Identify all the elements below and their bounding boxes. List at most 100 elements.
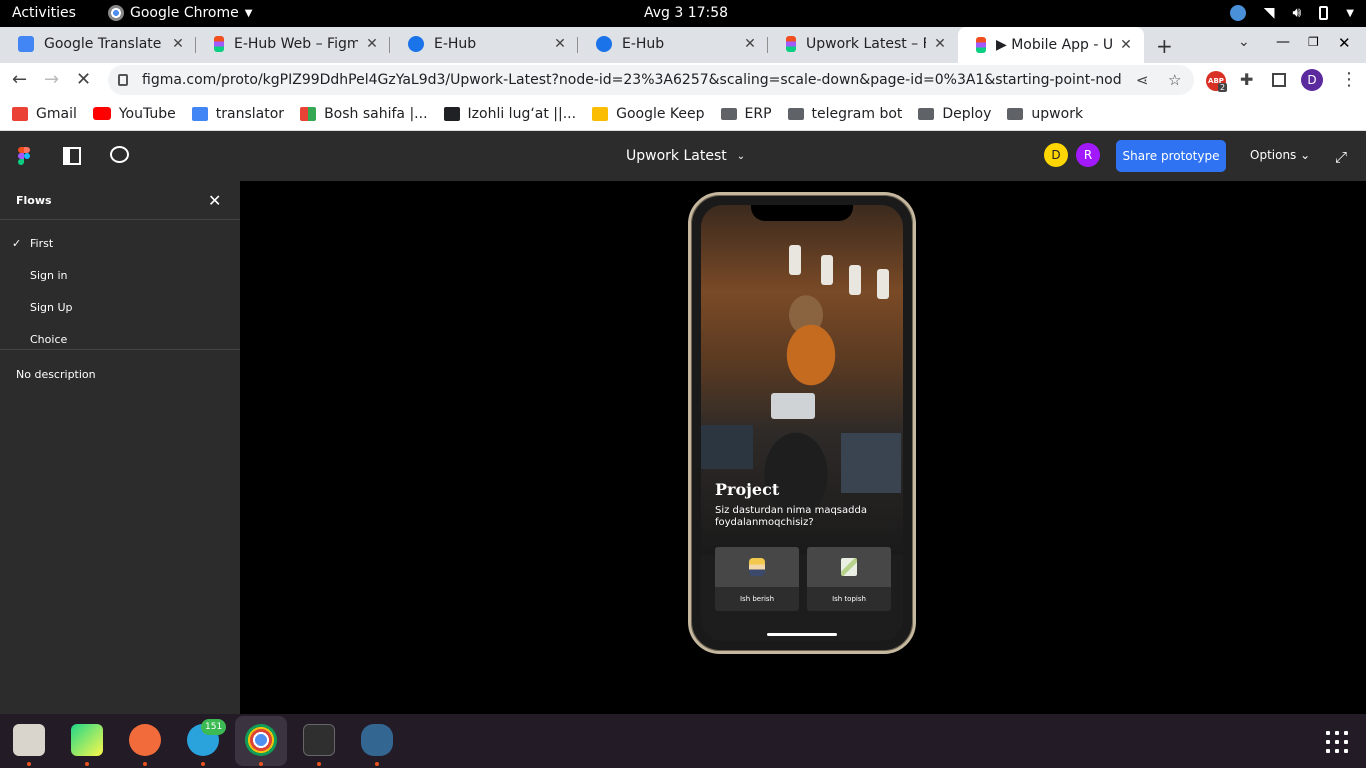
flows-header: Flows ✕ <box>0 181 240 220</box>
home-indicator <box>767 633 837 636</box>
share-prototype-button[interactable]: Share prototype <box>1116 140 1226 172</box>
bookmark-label: Izohli lug‘at ||... <box>467 105 577 122</box>
chrome-menu-kebab-icon[interactable]: ⋮ <box>1340 69 1358 90</box>
bookmark-google-keep[interactable]: Google Keep <box>592 106 705 122</box>
bookmark-label: translator <box>215 105 285 122</box>
flow-label: First <box>30 237 54 250</box>
side-panel-icon[interactable] <box>1272 73 1286 87</box>
bookmark-youtube[interactable]: YouTube <box>92 105 176 122</box>
bookmark-translator[interactable]: translator <box>191 105 285 122</box>
stop-loading-icon[interactable]: ✕ <box>76 69 91 90</box>
close-icon[interactable]: ✕ <box>208 191 221 210</box>
laptop-decor <box>701 425 753 469</box>
url-text[interactable]: figma.com/proto/kgPIZ99DdhPel4GzYaL9d3/U… <box>142 72 1122 88</box>
new-tab-icon[interactable]: + <box>1156 34 1173 58</box>
flow-item-sign-up[interactable]: Sign Up <box>0 292 240 324</box>
postman-app-icon[interactable] <box>129 724 161 756</box>
volume-icon: 🔊︎ <box>1292 5 1302 21</box>
tab-search-chevron-icon[interactable]: ⌄ <box>1238 34 1250 50</box>
minimize-icon[interactable]: — <box>1276 34 1290 50</box>
file-title: Upwork Latest <box>626 148 727 164</box>
bookmark-label: YouTube <box>118 105 176 122</box>
screen-title: Project <box>715 480 780 499</box>
tab-mobile-app-upwork[interactable]: ▶ Mobile App - Upwork ✕ <box>958 27 1144 63</box>
youtube-icon <box>92 107 111 120</box>
avatar[interactable]: R <box>1076 143 1100 167</box>
tab-label: E-Hub <box>622 36 665 52</box>
flow-item-first[interactable]: ✓ First <box>0 228 240 260</box>
telegram-unread-badge: 151 <box>201 719 227 735</box>
terminal-app-icon[interactable] <box>303 724 335 756</box>
clock[interactable]: Avg 3 17:58 <box>644 5 728 21</box>
flow-label: Sign in <box>30 269 68 282</box>
gmail-icon <box>12 106 28 121</box>
close-tab-icon[interactable]: ✕ <box>170 36 186 52</box>
tab-ehub-1[interactable]: E-Hub ✕ <box>390 27 578 61</box>
flow-item-sign-in[interactable]: Sign in <box>0 260 240 292</box>
address-bar[interactable]: figma.com/proto/kgPIZ99DdhPel4GzYaL9d3/U… <box>108 65 1194 95</box>
lock-icon[interactable] <box>118 74 128 86</box>
show-applications-grid-icon[interactable] <box>1326 731 1348 753</box>
sidebar-toggle-icon[interactable] <box>63 147 81 165</box>
comment-icon[interactable] <box>110 146 129 163</box>
avatar[interactable]: D <box>1044 143 1068 167</box>
figma-favicon-icon <box>214 36 224 52</box>
flow-description: No description <box>16 368 96 381</box>
figma-header: Upwork Latest ⌄ D R Share prototype Opti… <box>0 131 1366 181</box>
bookmark-gmail[interactable]: Gmail <box>12 106 77 122</box>
share-icon[interactable]: ⋖ <box>1136 71 1149 89</box>
close-tab-icon[interactable]: ✕ <box>932 36 948 52</box>
maximize-icon[interactable]: ❐ <box>1308 35 1319 49</box>
postgresql-elephant-app-icon[interactable] <box>361 724 393 756</box>
files-app-icon[interactable] <box>13 724 45 756</box>
forward-arrow-icon[interactable]: → <box>44 69 59 90</box>
figma-logo-icon[interactable] <box>18 147 30 165</box>
profile-avatar[interactable]: D <box>1301 69 1323 91</box>
chevron-down-icon: ⌄ <box>736 150 746 162</box>
bookmark-folder-telegram-bot[interactable]: telegram bot <box>787 106 902 122</box>
running-indicator <box>375 762 379 766</box>
back-arrow-icon[interactable]: ← <box>12 69 27 90</box>
bookmark-folder-deploy[interactable]: Deploy <box>918 106 991 122</box>
close-tab-icon[interactable]: ✕ <box>742 36 758 52</box>
choice-card-ish-topish[interactable]: Ish topish <box>807 547 891 611</box>
extensions-puzzle-icon[interactable]: ✚ <box>1240 70 1253 89</box>
folder-icon <box>787 107 804 120</box>
pycharm-app-icon[interactable] <box>71 724 103 756</box>
close-tab-icon[interactable]: ✕ <box>552 36 568 52</box>
file-title-menu[interactable]: Upwork Latest ⌄ <box>626 148 745 164</box>
window-close-icon[interactable]: ✕ <box>1338 34 1351 52</box>
figma-favicon-icon <box>786 36 796 52</box>
tab-google-translate[interactable]: Google Translate ✕ <box>0 27 196 61</box>
dock: 151 <box>0 714 1366 768</box>
browser-toolbar: ← → ✕ figma.com/proto/kgPIZ99DdhPel4GzYa… <box>0 63 1366 97</box>
chrome-app-icon[interactable] <box>245 724 277 756</box>
close-tab-icon[interactable]: ✕ <box>1118 37 1134 53</box>
running-indicator <box>85 762 89 766</box>
flow-item-choice[interactable]: Choice <box>0 324 240 356</box>
close-tab-icon[interactable]: ✕ <box>364 36 380 52</box>
translate-icon <box>191 106 208 121</box>
google-keep-icon <box>592 106 609 121</box>
app-menu[interactable]: Google Chrome ▼ <box>108 5 252 21</box>
tab-label: ▶ Mobile App - Upwork <box>996 37 1112 53</box>
battery-icon <box>1319 6 1329 20</box>
options-menu-button[interactable]: Options ⌄ <box>1250 148 1310 162</box>
prototype-canvas[interactable]: Project Siz dasturdan nima maqsadda foyd… <box>240 181 1366 714</box>
bookmark-izohli-lugat[interactable]: Izohli lug‘at ||... <box>443 105 577 122</box>
bookmark-star-icon[interactable]: ☆ <box>1168 71 1181 89</box>
tab-upwork-latest-figma[interactable]: Upwork Latest – Figma ✕ <box>768 27 958 61</box>
prototype-screen[interactable]: Project Siz dasturdan nima maqsadda foyd… <box>701 205 903 641</box>
bookmark-bosh-sahifa[interactable]: Bosh sahifa |... <box>300 106 428 122</box>
tab-ehub-2[interactable]: E-Hub ✕ <box>578 27 768 61</box>
flow-label: Sign Up <box>30 301 73 314</box>
phone-notch <box>751 205 853 221</box>
choice-card-ish-berish[interactable]: Ish berish <box>715 547 799 611</box>
fullscreen-expand-icon[interactable]: ⤢ <box>1335 148 1347 166</box>
bookmark-folder-upwork[interactable]: upwork <box>1007 106 1083 122</box>
folder-icon <box>1007 107 1024 120</box>
activities-button[interactable]: Activities <box>12 5 76 21</box>
tab-ehub-web-figma[interactable]: E-Hub Web – Figma ✕ <box>196 27 390 61</box>
system-tray[interactable]: ◥ 🔊︎ ▼ <box>1229 5 1354 21</box>
bookmark-folder-erp[interactable]: ERP <box>720 106 772 122</box>
